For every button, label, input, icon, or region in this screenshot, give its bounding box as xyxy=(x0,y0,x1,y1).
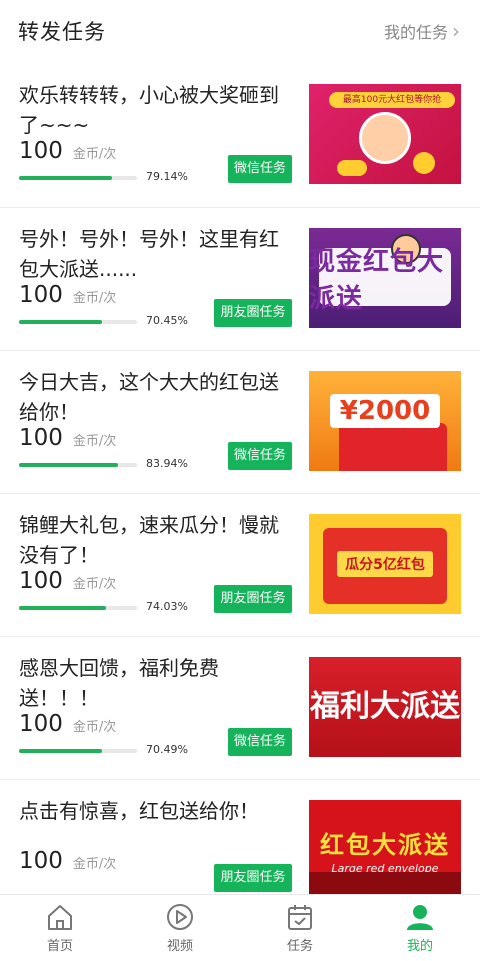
coin-amount: 100 xyxy=(19,138,63,164)
progress-bar xyxy=(19,176,137,180)
tab-video[interactable]: 视频 xyxy=(120,895,240,961)
task-title: 感恩大回馈，福利免费送！！！ xyxy=(19,656,219,710)
progress-percent: 74.03% xyxy=(146,600,188,613)
task-thumbnail[interactable]: ¥2000 xyxy=(309,371,461,471)
coin-reward: 100 金币/次 xyxy=(19,282,116,308)
task-thumbnail[interactable]: 红包大派送 Large red envelope xyxy=(309,800,461,900)
coin-unit: 金币/次 xyxy=(72,720,117,735)
coin-reward: 100 金币/次 xyxy=(19,848,116,874)
progress-fill xyxy=(19,749,103,753)
progress-fill xyxy=(19,176,113,180)
progress-fill xyxy=(19,606,107,610)
task-button-wechat[interactable]: 微信任务 xyxy=(228,728,292,756)
tab-label: 任务 xyxy=(286,939,313,954)
gold-coin-image xyxy=(413,152,435,174)
thumb-text: 瓜分5亿红包 xyxy=(337,551,433,577)
task-button-wechat[interactable]: 微信任务 xyxy=(228,155,292,183)
coin-reward: 100 金币/次 xyxy=(19,568,116,594)
coin-unit: 金币/次 xyxy=(72,857,117,872)
task-title: 欢乐转转转，小心被大奖砸到了~~~ xyxy=(19,83,279,137)
page-title: 转发任务 xyxy=(18,20,106,44)
task-button-wechat[interactable]: 微信任务 xyxy=(228,442,292,470)
gold-ingot-image xyxy=(337,160,367,176)
coin-amount: 100 xyxy=(19,568,63,594)
bottom-tab-bar: 首页 视频 任务 我的 xyxy=(0,894,480,961)
coin-unit: 金币/次 xyxy=(72,147,117,162)
task-button-moments[interactable]: 朋友圈任务 xyxy=(214,864,292,892)
progress-bar xyxy=(19,749,137,753)
progress-percent: 70.49% xyxy=(146,743,188,756)
coin-unit: 金币/次 xyxy=(72,577,117,592)
task-thumbnail[interactable]: 福利大派送 xyxy=(309,657,461,757)
progress-percent: 83.94% xyxy=(146,457,188,470)
my-tasks-label: 我的任务 xyxy=(383,23,448,42)
task-list: 欢乐转转转，小心被大奖砸到了~~~ 100 金币/次 79.14% 微信任务 最… xyxy=(0,64,480,922)
progress-bar xyxy=(19,463,137,467)
task-thumbnail[interactable]: 瓜分5亿红包 xyxy=(309,514,461,614)
tab-label: 视频 xyxy=(166,939,193,954)
tab-label: 我的 xyxy=(406,939,433,954)
chevron-right-icon: › xyxy=(452,19,460,43)
coin-unit: 金币/次 xyxy=(72,434,117,449)
task-title: 今日大吉，这个大大的红包送给你！ xyxy=(19,370,279,424)
task-item[interactable]: 感恩大回馈，福利免费送！！！ 100 金币/次 70.49% 微信任务 福利大派… xyxy=(0,636,480,779)
progress-bar xyxy=(19,320,137,324)
progress-percent: 70.45% xyxy=(146,314,188,327)
progress-percent: 79.14% xyxy=(146,170,188,183)
task-item[interactable]: 锦鲤大礼包，速来瓜分！慢就没有了！ 100 金币/次 74.03% 朋友圈任务 … xyxy=(0,493,480,636)
cartoon-face-image xyxy=(359,112,411,164)
thumb-text: 福利大派送 xyxy=(310,689,460,724)
coin-reward: 100 金币/次 xyxy=(19,138,116,164)
thumb-banner-text: 最高100元大红包等你抢 xyxy=(329,92,455,108)
task-calendar-icon xyxy=(288,905,312,930)
coin-reward: 100 金币/次 xyxy=(19,425,116,451)
progress-fill xyxy=(19,463,119,467)
coin-amount: 100 xyxy=(19,282,63,308)
task-item[interactable]: 欢乐转转转，小心被大奖砸到了~~~ 100 金币/次 79.14% 微信任务 最… xyxy=(0,64,480,207)
progress-fill xyxy=(19,320,103,324)
thumb-text: 红包大派送 xyxy=(320,831,450,859)
tab-tasks[interactable]: 任务 xyxy=(240,895,360,961)
task-button-moments[interactable]: 朋友圈任务 xyxy=(214,299,292,327)
thumb-amount-text: ¥2000 xyxy=(329,394,441,428)
task-thumbnail[interactable]: 现金红包大派送 xyxy=(309,228,461,328)
task-item[interactable]: 今日大吉，这个大大的红包送给你！ 100 金币/次 83.94% 微信任务 ¥2… xyxy=(0,350,480,493)
coin-amount: 100 xyxy=(19,848,63,874)
coin-amount: 100 xyxy=(19,711,63,737)
task-item[interactable]: 号外！号外！号外！这里有红包大派送...... 100 金币/次 70.45% … xyxy=(0,207,480,350)
task-button-moments[interactable]: 朋友圈任务 xyxy=(214,585,292,613)
task-thumbnail[interactable]: 最高100元大红包等你抢 xyxy=(309,84,461,184)
home-icon xyxy=(48,905,72,930)
coin-amount: 100 xyxy=(19,425,63,451)
task-title: 锦鲤大礼包，速来瓜分！慢就没有了！ xyxy=(19,513,279,567)
tab-label: 首页 xyxy=(46,939,73,954)
coin-reward: 100 金币/次 xyxy=(19,711,116,737)
tab-home[interactable]: 首页 xyxy=(0,895,120,961)
thumb-text: 现金红包大派送 xyxy=(309,247,445,314)
task-title: 点击有惊喜，红包送给你！ xyxy=(19,799,259,823)
page-header: 转发任务 我的任务 › xyxy=(0,0,480,62)
coin-unit: 金币/次 xyxy=(72,291,117,306)
task-title: 号外！号外！号外！这里有红包大派送...... xyxy=(19,227,279,281)
user-icon xyxy=(407,905,433,930)
progress-bar xyxy=(19,606,137,610)
play-icon xyxy=(167,904,193,930)
red-envelope-image xyxy=(339,423,447,471)
my-tasks-link[interactable]: 我的任务 › xyxy=(384,19,460,43)
tab-mine[interactable]: 我的 xyxy=(360,895,480,961)
